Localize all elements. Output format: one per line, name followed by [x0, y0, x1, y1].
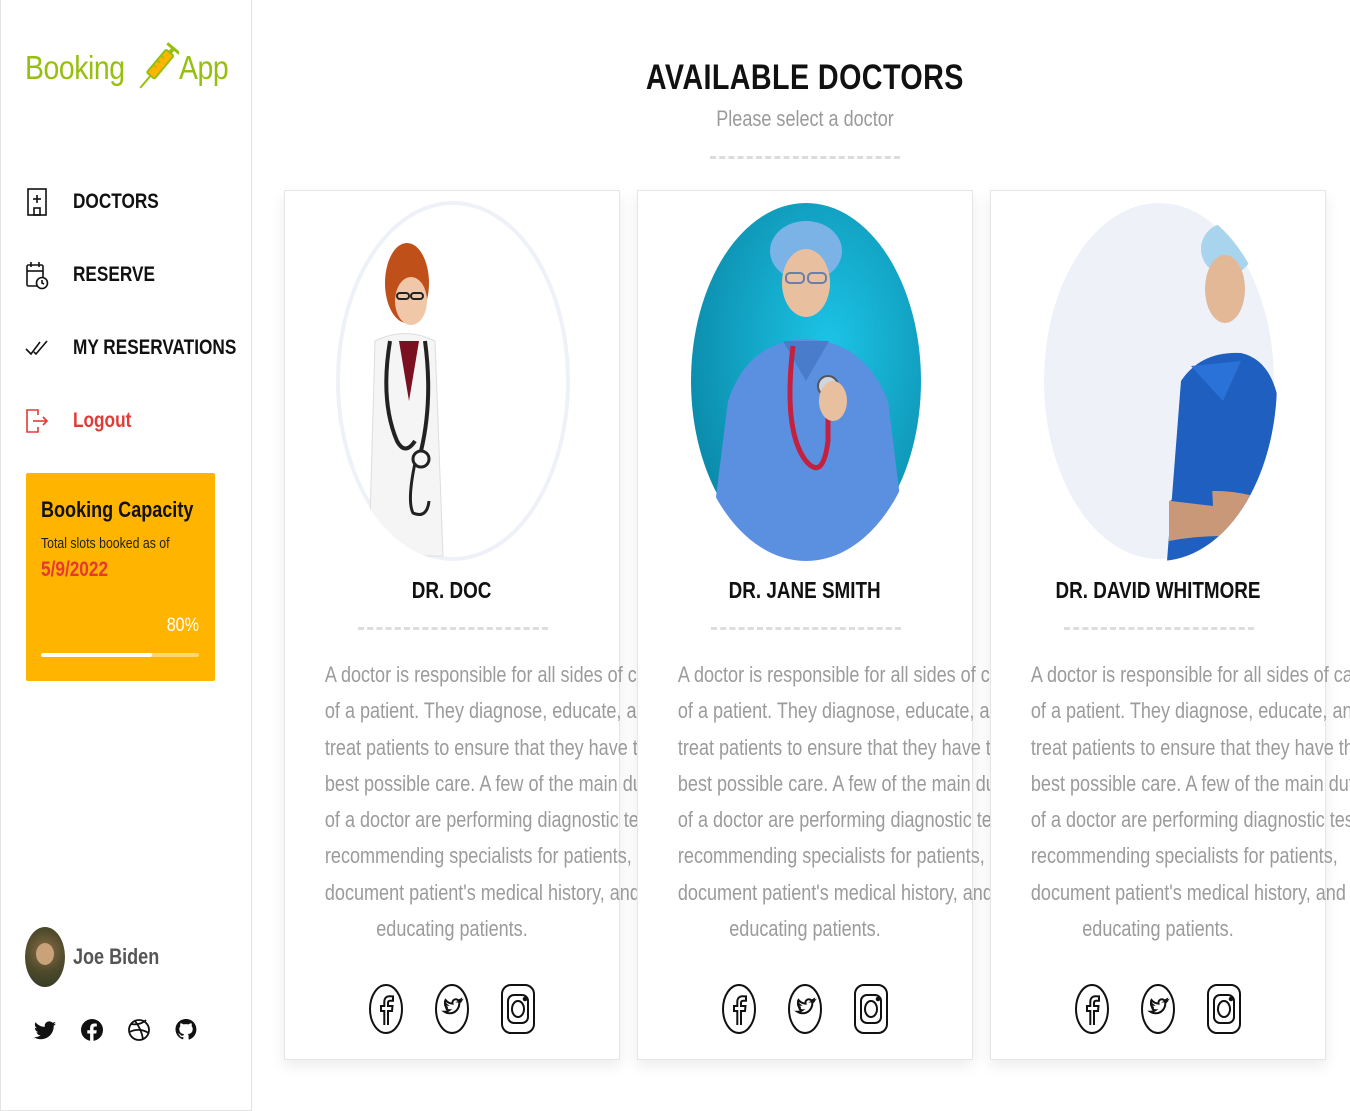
nav-reserve-label: RESERVE — [73, 263, 155, 286]
double-check-icon — [25, 333, 49, 363]
doctor-photo — [1041, 201, 1277, 561]
doctor-social-links — [285, 983, 619, 1035]
hospital-icon — [25, 187, 49, 217]
doctor-card[interactable]: DR. JANE SMITH A doctor is responsible f… — [637, 190, 1024, 1060]
twitter-icon[interactable] — [787, 983, 823, 1035]
facebook-icon[interactable] — [1074, 983, 1110, 1035]
doctor-name: DR. DOC — [412, 577, 492, 603]
instagram-icon[interactable] — [500, 983, 536, 1035]
app-logo[interactable]: Booking App — [25, 40, 236, 96]
instagram-icon[interactable] — [1206, 983, 1242, 1035]
page-header: AVAILABLE DOCTORS Please select a doctor — [540, 58, 1070, 159]
avatar — [25, 927, 65, 987]
page-title: AVAILABLE DOCTORS — [646, 58, 964, 97]
logout-icon — [25, 406, 49, 436]
facebook-icon[interactable] — [721, 983, 757, 1035]
syringe-icon — [139, 42, 179, 89]
doctor-name: DR. JANE SMITH — [729, 577, 881, 603]
doctor-description: A doctor is responsible for all sides of… — [324, 662, 671, 942]
sidebar-nav: DOCTORS RESERVE MY RESERVATIONS Logout — [25, 182, 237, 474]
nav-doctors[interactable]: DOCTORS — [25, 182, 235, 222]
page-subtitle: Please select a doctor — [716, 106, 894, 131]
twitter-icon[interactable] — [31, 1015, 59, 1045]
booking-capacity-card: Booking Capacity Total slots booked as o… — [26, 473, 215, 681]
nav-doctors-label: DOCTORS — [73, 190, 159, 213]
header-divider — [710, 156, 900, 159]
capacity-title: Booking Capacity — [41, 497, 194, 522]
nav-logout[interactable]: Logout — [25, 401, 235, 441]
nav-reserve[interactable]: RESERVE — [25, 255, 235, 295]
sidebar: Booking App DOCTORS RESERVE MY RESERVATI… — [0, 0, 252, 1111]
user-name: Joe Biden — [73, 944, 160, 969]
sidebar-social-links — [31, 1015, 219, 1045]
calendar-clock-icon — [25, 260, 49, 290]
card-divider — [358, 627, 548, 630]
github-icon[interactable] — [172, 1015, 200, 1045]
card-divider — [711, 627, 901, 630]
capacity-progress-fill — [41, 653, 152, 657]
doctor-description: A doctor is responsible for all sides of… — [677, 662, 1024, 942]
doctor-description: A doctor is responsible for all sides of… — [1030, 662, 1350, 942]
doctor-social-links — [638, 983, 972, 1035]
doctor-card[interactable]: DR. DOC A doctor is responsible for all … — [284, 190, 671, 1060]
facebook-icon[interactable] — [368, 983, 404, 1035]
nav-my-reservations-label: MY RESERVATIONS — [73, 336, 237, 359]
facebook-icon[interactable] — [78, 1015, 106, 1045]
card-divider — [1064, 627, 1254, 630]
logo-text-app: App — [178, 49, 229, 86]
doctor-photo — [335, 201, 571, 561]
doctor-name: DR. DAVID WHITMORE — [1055, 577, 1261, 603]
nav-my-reservations[interactable]: MY RESERVATIONS — [25, 328, 237, 368]
doctor-photo — [688, 201, 924, 561]
twitter-icon[interactable] — [434, 983, 470, 1035]
doctor-card[interactable]: DR. DAVID WHITMORE A doctor is responsib… — [990, 190, 1350, 1060]
dribbble-icon[interactable] — [125, 1015, 153, 1045]
capacity-percent: 80% — [166, 615, 199, 636]
capacity-progress-bar — [41, 653, 199, 657]
user-profile[interactable]: Joe Biden — [25, 927, 178, 987]
capacity-date: 5/9/2022 — [41, 558, 109, 581]
capacity-subtitle: Total slots booked as of — [41, 535, 170, 552]
doctor-social-links — [991, 983, 1325, 1035]
logo-text-booking: Booking — [25, 49, 125, 86]
nav-logout-label: Logout — [73, 409, 132, 432]
instagram-icon[interactable] — [853, 983, 889, 1035]
twitter-icon[interactable] — [1140, 983, 1176, 1035]
